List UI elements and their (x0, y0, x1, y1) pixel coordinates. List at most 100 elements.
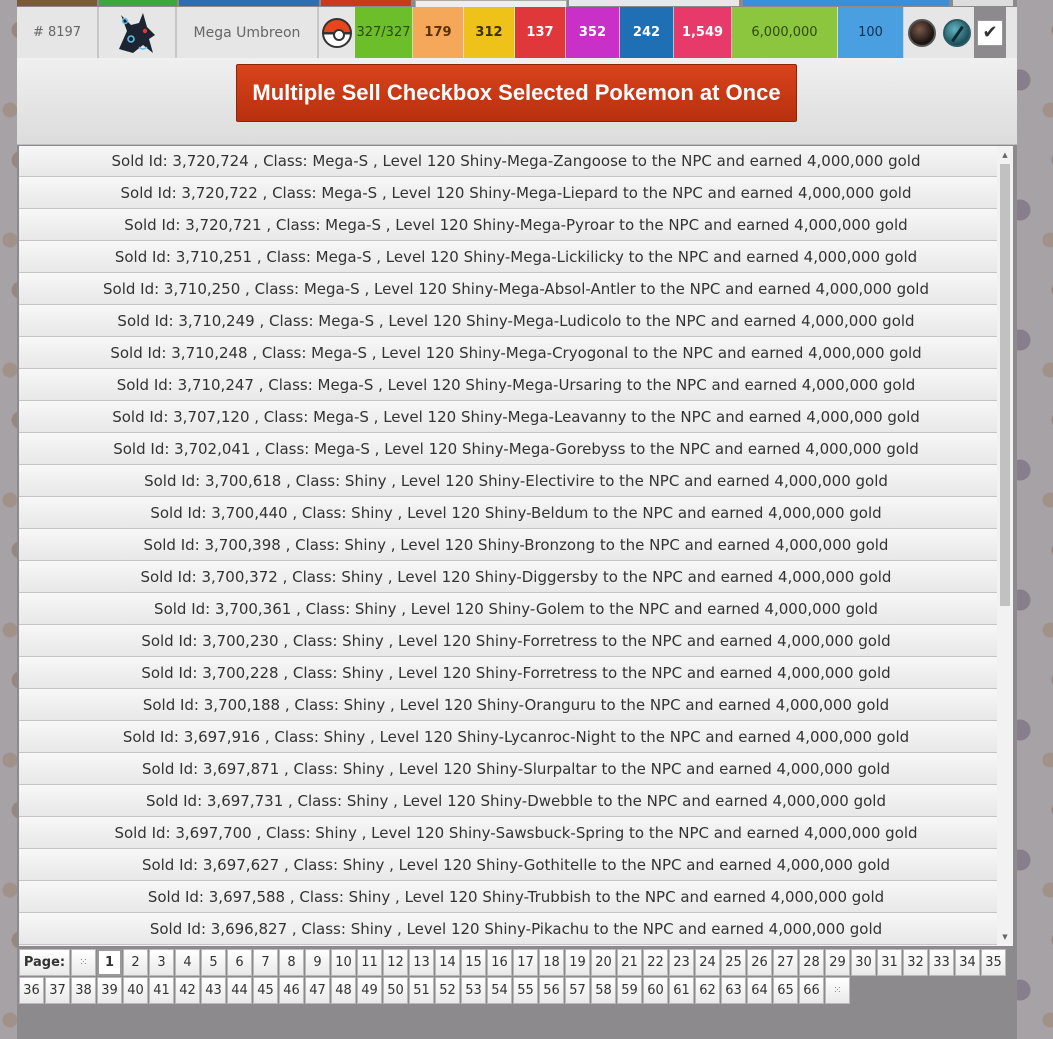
stat-speed: 242 (620, 7, 674, 58)
stat-total: 1,549 (674, 7, 732, 58)
log-row: Sold Id: 3,720,722 , Class: Mega-S , Lev… (19, 177, 1013, 209)
page-button[interactable]: 25 (721, 949, 746, 976)
page-button[interactable]: 57 (565, 977, 590, 1004)
pokemon-sprite-cell (99, 7, 177, 58)
multiple-sell-button[interactable]: Multiple Sell Checkbox Selected Pokemon … (236, 64, 797, 122)
log-row: Sold Id: 3,697,627 , Class: Shiny , Leve… (19, 849, 1013, 881)
page-button[interactable]: 52 (435, 977, 460, 1004)
pagination-label: Page: (19, 949, 70, 976)
page-button[interactable]: 50 (383, 977, 408, 1004)
page-button[interactable]: 38 (71, 977, 96, 1004)
page-button[interactable]: 49 (357, 977, 382, 1004)
page-button[interactable]: 61 (669, 977, 694, 1004)
checkbox-icon[interactable]: ✔ (977, 19, 1003, 46)
page-button[interactable]: 13 (409, 949, 434, 976)
page-button[interactable]: 43 (201, 977, 226, 1004)
page-button[interactable]: 54 (487, 977, 512, 1004)
page-button[interactable]: 19 (565, 949, 590, 976)
page-button[interactable]: 20 (591, 949, 616, 976)
page-button[interactable]: 28 (799, 949, 824, 976)
sell-log[interactable]: Sold Id: 3,720,724 , Class: Mega-S , Lev… (19, 146, 1013, 946)
page-button[interactable]: 11 (357, 949, 382, 976)
page-button[interactable]: 31 (877, 949, 902, 976)
page-button[interactable]: 48 (331, 977, 356, 1004)
log-row: Sold Id: 3,700,188 , Class: Shiny , Leve… (19, 689, 1013, 721)
page-button[interactable]: 47 (305, 977, 330, 1004)
page-button[interactable]: 14 (435, 949, 460, 976)
log-row: Sold Id: 3,697,916 , Class: Shiny , Leve… (19, 721, 1013, 753)
page-button[interactable]: 56 (539, 977, 564, 1004)
page-button[interactable]: 66 (799, 977, 824, 1004)
page-button[interactable]: 58 (591, 977, 616, 1004)
log-row: Sold Id: 3,710,250 , Class: Mega-S , Lev… (19, 273, 1013, 305)
log-row: Sold Id: 3,707,120 , Class: Mega-S , Lev… (19, 401, 1013, 433)
page-button[interactable]: 23 (669, 949, 694, 976)
page-button[interactable]: 7 (253, 949, 278, 976)
page-button[interactable]: 55 (513, 977, 538, 1004)
log-row: Sold Id: 3,700,398 , Class: Shiny , Leve… (19, 529, 1013, 561)
page-button[interactable]: 46 (279, 977, 304, 1004)
page-button[interactable]: 51 (409, 977, 434, 1004)
log-row: Sold Id: 3,697,588 , Class: Shiny , Leve… (19, 881, 1013, 913)
page-button[interactable]: 4 (175, 949, 200, 976)
stat-defense: 312 (464, 7, 515, 58)
log-row: Sold Id: 3,700,618 , Class: Shiny , Leve… (19, 465, 1013, 497)
pokemon-name: Mega Umbreon (177, 7, 319, 58)
log-scrollbar[interactable]: ▲ ▼ (997, 146, 1013, 946)
page-button[interactable]: 22 (643, 949, 668, 976)
dark-orb-icon (908, 18, 936, 47)
first-page-icon[interactable]: ⁙ (71, 949, 96, 976)
page-button[interactable]: 15 (461, 949, 486, 976)
page-button[interactable]: 35 (981, 949, 1006, 976)
page-button[interactable]: 30 (851, 949, 876, 976)
page-button[interactable]: 42 (175, 977, 200, 1004)
page-button[interactable]: 41 (149, 977, 174, 1004)
scroll-thumb[interactable] (1000, 164, 1010, 606)
last-page-icon[interactable]: ⁙ (825, 977, 850, 1004)
page-button[interactable]: 17 (513, 949, 538, 976)
page-button[interactable]: 29 (825, 949, 850, 976)
page-button[interactable]: 32 (903, 949, 928, 976)
select-checkbox-cell: ✔ (974, 7, 1006, 58)
page-button[interactable]: 64 (747, 977, 772, 1004)
page-button[interactable]: 5 (201, 949, 226, 976)
log-row: Sold Id: 3,710,249 , Class: Mega-S , Lev… (19, 305, 1013, 337)
page-button[interactable]: 63 (721, 977, 746, 1004)
page-button[interactable]: 27 (773, 949, 798, 976)
scroll-up-arrow-icon[interactable]: ▲ (997, 148, 1013, 162)
pokemon-row: # 8197 Mega Umbreon 327/327 179 312 137 … (17, 7, 1017, 58)
page-button[interactable]: 60 (643, 977, 668, 1004)
page-button[interactable]: 34 (955, 949, 980, 976)
log-row: Sold Id: 3,710,248 , Class: Mega-S , Lev… (19, 337, 1013, 369)
page-button[interactable]: 44 (227, 977, 252, 1004)
page-button[interactable]: 8 (279, 949, 304, 976)
page-button[interactable]: 59 (617, 977, 642, 1004)
page-button[interactable]: 3 (149, 949, 174, 976)
page-button[interactable]: 39 (97, 977, 122, 1004)
page-button[interactable]: 37 (45, 977, 70, 1004)
pokeball-cell (319, 7, 355, 58)
page-button[interactable]: 21 (617, 949, 642, 976)
page-button[interactable]: 9 (305, 949, 330, 976)
page-button[interactable]: 12 (383, 949, 408, 976)
page-button[interactable]: 62 (695, 977, 720, 1004)
page-button[interactable]: 65 (773, 977, 798, 1004)
page-button[interactable]: 10 (331, 949, 356, 976)
page-button[interactable]: 26 (747, 949, 772, 976)
page-button-current[interactable]: 1 (97, 949, 122, 976)
page-button[interactable]: 18 (539, 949, 564, 976)
log-row: Sold Id: 3,697,700 , Class: Shiny , Leve… (19, 817, 1013, 849)
page-button[interactable]: 36 (19, 977, 44, 1004)
page-button[interactable]: 53 (461, 977, 486, 1004)
page-button[interactable]: 24 (695, 949, 720, 976)
page-button[interactable]: 2 (123, 949, 148, 976)
mega-stone-icon (943, 18, 971, 47)
page-button[interactable]: 45 (253, 977, 278, 1004)
page-button[interactable]: 33 (929, 949, 954, 976)
pagination: Page: ⁙ 1 2 3 4 5 6 7 8 9 10 11 12 13 14 15 16 17 18 19 20 2… (19, 949, 1015, 1009)
page-button[interactable]: 6 (227, 949, 252, 976)
scroll-down-arrow-icon[interactable]: ▼ (997, 930, 1013, 944)
page-button[interactable]: 16 (487, 949, 512, 976)
page-button[interactable]: 40 (123, 977, 148, 1004)
pagination-row-2: 36 37 38 39 40 41 42 43 44 45 46 47 48 49 50 51 52 53 54 55… (19, 977, 1015, 1004)
